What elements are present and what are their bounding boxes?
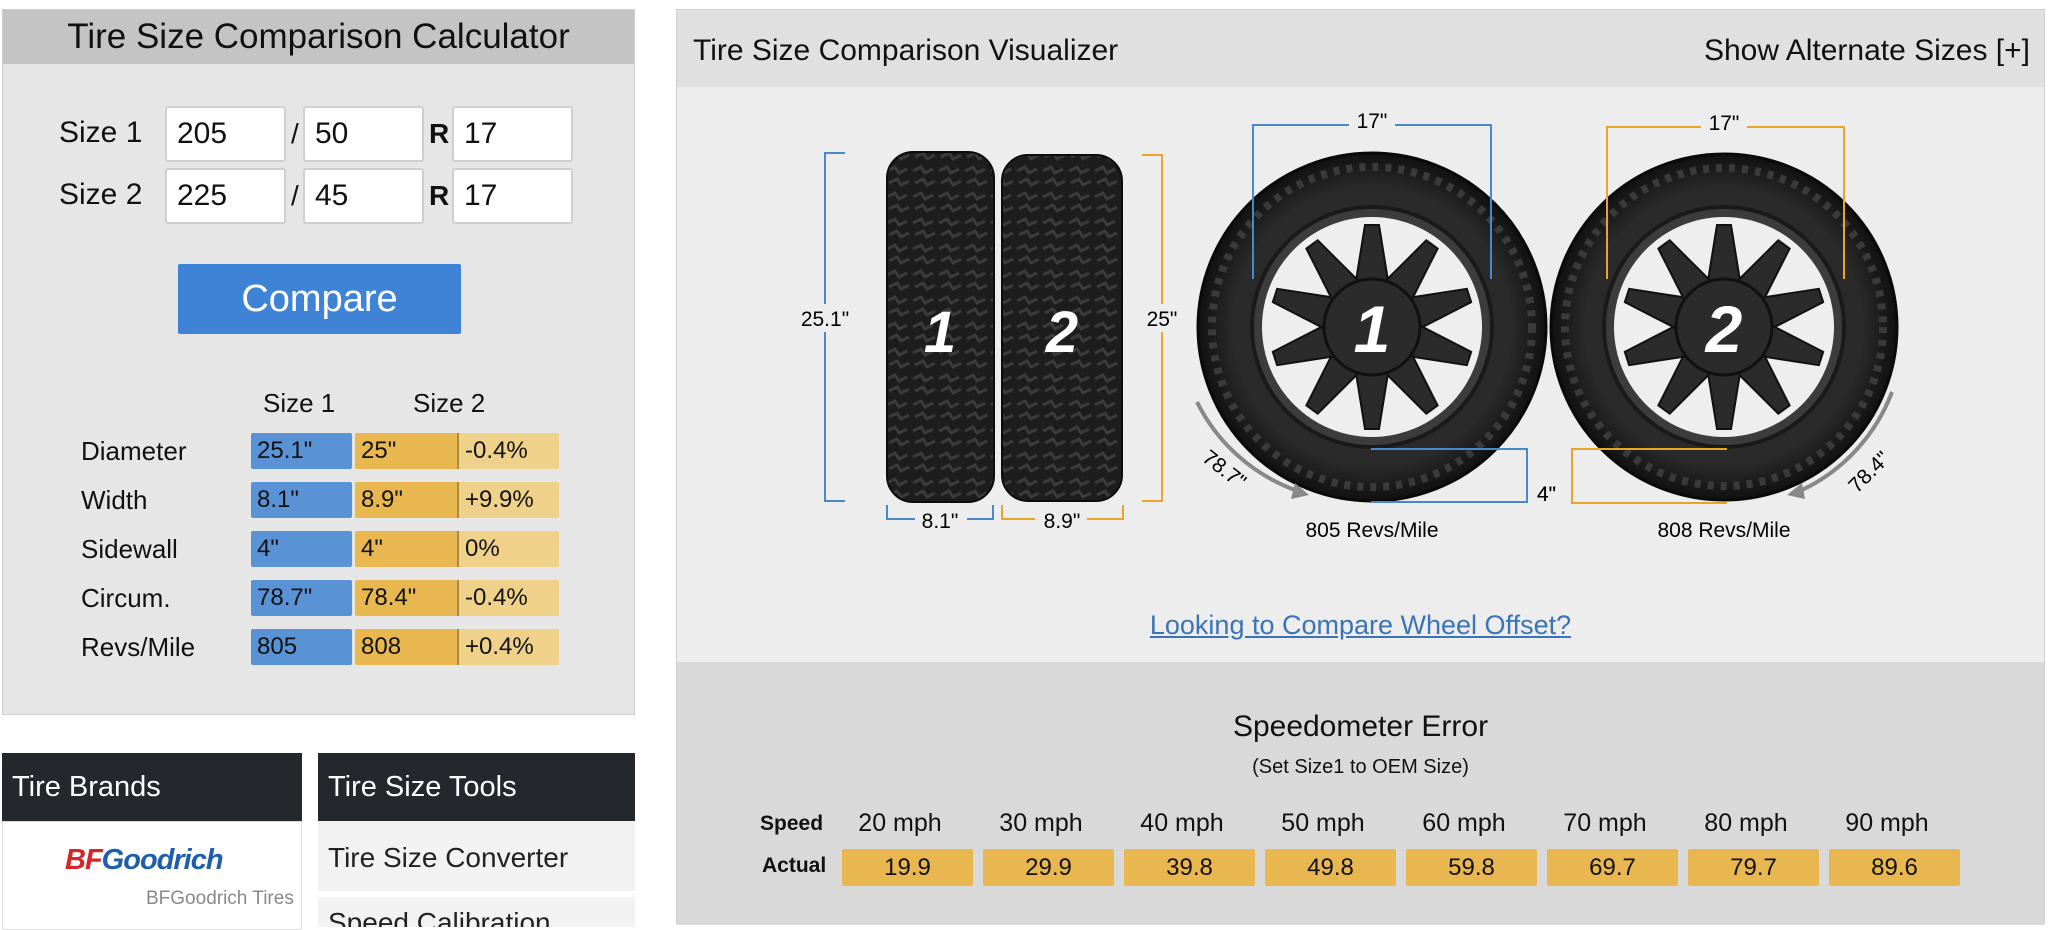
- tire1-number: 1: [924, 300, 956, 365]
- size1-label: Size 1: [59, 116, 143, 149]
- results-col2-header: Size 2: [413, 388, 486, 418]
- size2-rim-sep: R: [429, 180, 450, 211]
- size2-row: Size 2 225 / 45 R 17: [3, 168, 603, 224]
- calculator-title: Tire Size Comparison Calculator: [3, 10, 634, 64]
- wheel1-rim-label: 17": [1357, 110, 1388, 133]
- tire2-width-label: 8.9": [1044, 510, 1081, 533]
- speed-value: 30 mph: [999, 809, 1083, 837]
- size1-width-input[interactable]: 205: [165, 106, 286, 162]
- result-size1-width: 8.1": [251, 482, 352, 518]
- tire2-number: 2: [1045, 300, 1078, 365]
- result-size2-diameter: 25": [355, 433, 457, 469]
- tire1-height-label: 25.1": [801, 308, 849, 331]
- size1-row: Size 1 205 / 50 R 17: [3, 106, 603, 162]
- bfgoodrich-link[interactable]: BFGoodrich Tires: [146, 888, 294, 910]
- wheel1-number: 1: [1354, 292, 1391, 366]
- visualizer-header: Tire Size Comparison Visualizer Show Alt…: [677, 10, 2044, 87]
- tire1-width-label: 8.1": [922, 510, 959, 533]
- result-diff-revs: +0.4%: [457, 629, 559, 665]
- actual-speed-value: 89.6: [1829, 849, 1960, 886]
- tire2-height-label: 25": [1147, 308, 1178, 331]
- tire-size-tools-header: Tire Size Tools: [318, 753, 635, 821]
- result-diff-diameter: -0.4%: [457, 433, 559, 469]
- visualizer-panel: Tire Size Comparison Visualizer Show Alt…: [676, 9, 2045, 925]
- wheel2-revs-label: 808 Revs/Mile: [1657, 519, 1790, 542]
- speed-value: 60 mph: [1422, 809, 1506, 837]
- result-label-circumference: Circum.: [81, 583, 171, 613]
- speed-value: 80 mph: [1704, 809, 1788, 837]
- tire1-side-view: 1: [886, 151, 995, 503]
- bfgoodrich-logo[interactable]: BFGoodrich: [65, 844, 224, 877]
- actual-speed-value: 79.7: [1688, 849, 1819, 886]
- speed-value: 70 mph: [1563, 809, 1647, 837]
- result-label-revs: Revs/Mile: [81, 632, 196, 662]
- wheel2-rim-label: 17": [1709, 112, 1740, 135]
- tire-comparison-diagram: 1 2 25.1" 25" 8.1" 8.9" 1 17" 4" 78.7" 8…: [795, 105, 1899, 542]
- result-size1-circumference: 78.7": [251, 580, 352, 616]
- tire-brands-header: Tire Brands: [2, 753, 302, 821]
- result-size2-revs: 808: [355, 629, 457, 665]
- size2-aspect-input[interactable]: 45: [303, 168, 424, 224]
- actual-speed-value: 49.8: [1265, 849, 1396, 886]
- size1-aspect-input[interactable]: 50: [303, 106, 424, 162]
- result-diff-circumference: -0.4%: [457, 580, 559, 616]
- wheel1-circumference-label: 78.7": [1198, 446, 1250, 494]
- calculator-panel: Tire Size Comparison Calculator Size 1 2…: [2, 9, 635, 715]
- actual-speed-value: 19.9: [842, 849, 973, 886]
- actual-row-label: Actual: [762, 854, 827, 877]
- result-size1-sidewall: 4": [251, 531, 352, 567]
- result-label-sidewall: Sidewall: [81, 534, 178, 564]
- speed-value: 40 mph: [1140, 809, 1224, 837]
- result-diff-width: +9.9%: [457, 482, 559, 518]
- speedometer-title: Speedometer Error: [1232, 710, 1489, 743]
- size2-slash: /: [291, 180, 299, 211]
- result-size2-sidewall: 4": [355, 531, 457, 567]
- actual-speed-value: 29.9: [983, 849, 1114, 886]
- size1-rim-sep: R: [429, 118, 450, 149]
- size2-label: Size 2: [59, 178, 143, 211]
- speed-row-label: Speed: [760, 812, 824, 835]
- result-label-width: Width: [81, 485, 148, 515]
- results-col1-header: Size 1: [263, 388, 336, 418]
- tool-speed-calibration[interactable]: Speed Calibration: [318, 897, 635, 930]
- size2-rim-input[interactable]: 17: [452, 168, 573, 224]
- size1-slash: /: [291, 118, 299, 149]
- result-diff-sidewall: 0%: [457, 531, 559, 567]
- brand-list: BFGoodrich BFGoodrich Tires: [2, 821, 302, 930]
- actual-speed-value: 59.8: [1406, 849, 1537, 886]
- visualizer-title: Tire Size Comparison Visualizer: [693, 34, 1119, 67]
- result-size2-circumference: 78.4": [355, 580, 457, 616]
- tire2-side-view: 2: [1001, 154, 1123, 502]
- compare-button[interactable]: Compare: [178, 264, 461, 334]
- speedometer-subtitle: (Set Size1 to OEM Size): [1252, 756, 1469, 778]
- wheel2-sidewall-label: 4": [1537, 483, 1556, 506]
- wheel2-number: 2: [1704, 292, 1743, 366]
- wheel1-revs-label: 805 Revs/Mile: [1305, 519, 1438, 542]
- size1-rim-input[interactable]: 17: [452, 106, 573, 162]
- speed-value: 90 mph: [1845, 809, 1929, 837]
- speed-value: 20 mph: [858, 809, 942, 837]
- result-label-diameter: Diameter: [81, 436, 187, 466]
- compare-wheel-offset-link[interactable]: Looking to Compare Wheel Offset?: [677, 610, 2044, 641]
- result-size1-diameter: 25.1": [251, 433, 352, 469]
- actual-speed-value: 69.7: [1547, 849, 1678, 886]
- show-alternate-sizes-toggle[interactable]: Show Alternate Sizes [+]: [1704, 34, 2030, 68]
- result-size2-width: 8.9": [355, 482, 457, 518]
- tool-tire-size-converter[interactable]: Tire Size Converter: [318, 821, 635, 894]
- size2-width-input[interactable]: 225: [165, 168, 286, 224]
- speed-value: 50 mph: [1281, 809, 1365, 837]
- result-size1-revs: 805: [251, 629, 352, 665]
- speedometer-error-section: Speedometer Error (Set Size1 to OEM Size…: [677, 662, 2044, 925]
- actual-speed-value: 39.8: [1124, 849, 1255, 886]
